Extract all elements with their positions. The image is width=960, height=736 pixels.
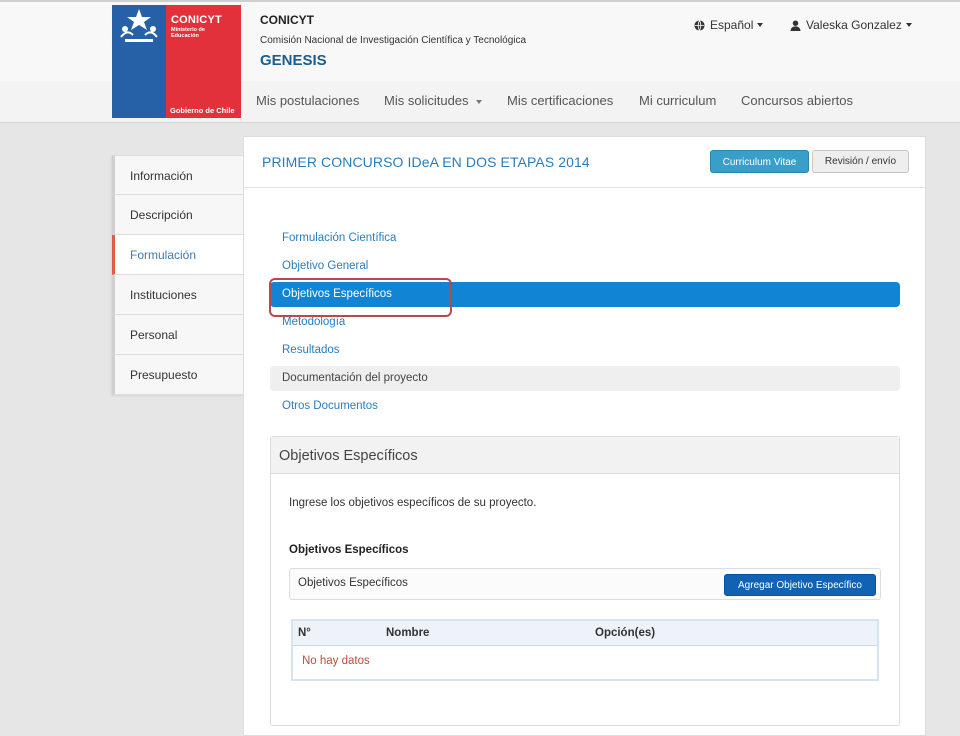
section-header: Objetivos Específicos: [271, 437, 899, 474]
nav-mis-solicitudes-label: Mis solicitudes: [384, 93, 469, 108]
top-border: [0, 0, 960, 2]
user-dropdown[interactable]: Valeska Gonzalez: [790, 18, 912, 32]
page-title: PRIMER CONCURSO IDeA EN DOS ETAPAS 2014: [262, 154, 590, 170]
chevron-down-icon: [757, 23, 764, 27]
add-objetivo-button[interactable]: Agregar Objetivo Específico: [724, 574, 876, 596]
chevron-down-icon: [905, 23, 912, 27]
sidebar-item-instituciones[interactable]: Instituciones: [112, 275, 243, 315]
language-dropdown[interactable]: Español: [694, 18, 764, 32]
logo-government-text: Gobierno de Chile: [170, 106, 235, 115]
objetivos-list-box: Objetivos Específicos Agregar Objetivo E…: [289, 568, 881, 600]
panel-divider: [244, 187, 925, 188]
user-name: Valeska Gonzalez: [806, 18, 902, 32]
list-box-label: Objetivos Específicos: [298, 577, 408, 589]
curriculum-vitae-button[interactable]: Curriculum Vitae: [710, 150, 809, 173]
list-label: Objetivos Específicos: [289, 544, 409, 556]
user-icon: [790, 19, 801, 31]
org-short-name: CONICYT: [260, 13, 314, 27]
sidebar-item-personal[interactable]: Personal: [112, 315, 243, 355]
sidebar-item-descripcion[interactable]: Descripción: [112, 195, 243, 235]
empty-table-message: No hay datos: [302, 655, 370, 667]
objetivos-section: Objetivos Específicos Ingrese los objeti…: [270, 436, 900, 726]
sidebar-item-presupuesto[interactable]: Presupuesto: [112, 355, 243, 395]
conicyt-logo[interactable]: CONICYT Ministerio de Educación Gobierno…: [112, 5, 241, 118]
objetivos-table: N° Nombre Opción(es) No hay datos: [291, 619, 879, 681]
chile-crest-icon: [120, 9, 158, 42]
subnav-documentacion-proyecto[interactable]: Documentación del proyecto: [270, 366, 900, 391]
nav-mi-curriculum[interactable]: Mi curriculum: [639, 93, 716, 108]
nav-mis-certificaciones[interactable]: Mis certificaciones: [507, 93, 613, 108]
logo-brand-text: CONICYT: [171, 14, 222, 26]
table-header: N° Nombre Opción(es): [293, 621, 877, 646]
app-name[interactable]: GENESIS: [260, 52, 327, 69]
sidebar-tabs: Información Descripción Formulación Inst…: [112, 155, 243, 395]
nav-mis-postulaciones[interactable]: Mis postulaciones: [256, 93, 359, 108]
org-full-name: Comisión Nacional de Investigación Cient…: [260, 35, 527, 46]
nav-mis-solicitudes[interactable]: Mis solicitudes: [384, 93, 483, 108]
nav-concursos-abiertos[interactable]: Concursos abiertos: [741, 93, 853, 108]
sidebar-item-informacion[interactable]: Información: [112, 155, 243, 195]
main-panel: PRIMER CONCURSO IDeA EN DOS ETAPAS 2014 …: [243, 136, 926, 736]
logo-ministry-text: Ministerio de Educación: [171, 27, 205, 39]
highlight-annotation: [269, 278, 452, 317]
chevron-down-icon: [476, 99, 483, 104]
globe-icon: [694, 19, 705, 31]
language-label: Español: [710, 18, 754, 32]
subnav-formulacion-cientifica[interactable]: Formulación Científica: [270, 226, 900, 251]
subnav-resultados[interactable]: Resultados: [270, 338, 900, 363]
subnav-otros-documentos[interactable]: Otros Documentos: [270, 394, 900, 419]
revision-envio-button[interactable]: Revisión / envío: [812, 150, 909, 173]
subnav-objetivo-general[interactable]: Objetivo General: [270, 254, 900, 279]
column-header-number[interactable]: N°: [298, 627, 311, 639]
column-header-opciones[interactable]: Opción(es): [595, 627, 655, 639]
column-header-nombre[interactable]: Nombre: [386, 627, 429, 639]
section-description: Ingrese los objetivos específicos de su …: [289, 497, 537, 509]
section-title: Objetivos Específicos: [279, 448, 418, 464]
sidebar-item-formulacion[interactable]: Formulación: [112, 235, 243, 275]
